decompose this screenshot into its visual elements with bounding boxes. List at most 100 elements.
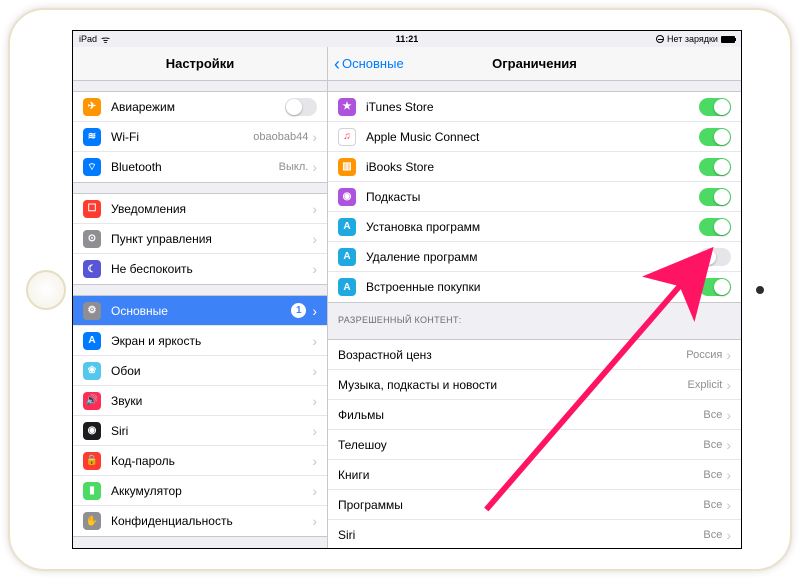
chevron-right-icon: › [726,497,731,513]
control-center-label: Пункт управления [111,232,312,246]
detail-row-ratings-for[interactable]: Возрастной цензРоссия› [328,340,741,370]
sidebar-item-privacy[interactable]: ✋Конфиденциальность› [73,506,327,536]
detail-row-apps[interactable]: ПрограммыВсе › [328,490,741,520]
notifications-label: Уведомления [111,202,312,216]
apps-value: Все [703,499,722,511]
chevron-right-icon: › [312,483,317,499]
detail-row-music[interactable]: Музыка, подкасты и новостиExplicit› [328,370,741,400]
detail-row-books[interactable]: КнигиВсе› [328,460,741,490]
chevron-right-icon: › [312,231,317,247]
podcasts-toggle[interactable] [699,188,731,206]
chevron-right-icon: › [312,129,317,145]
wifi-value: obaobab44 [253,131,308,143]
install-apps-label: Установка программ [366,220,699,234]
detail-row-siri-content[interactable]: SiriВсе› [328,520,741,548]
airplane-toggle[interactable] [285,98,317,116]
detail-scroll[interactable]: ★iTunes Store♫Apple Music Connect▥iBooks… [328,81,741,548]
chevron-right-icon: › [726,347,731,363]
install-apps-toggle[interactable] [699,218,731,236]
in-app-toggle[interactable] [699,278,731,296]
in-app-label: Встроенные покупки [366,280,699,294]
wifi-label: Wi-Fi [111,130,253,144]
sidebar-item-notifications[interactable]: ☐Уведомления› [73,194,327,224]
detail-row-ibooks[interactable]: ▥iBooks Store [328,152,741,182]
detail-row-movies[interactable]: ФильмыВсе› [328,400,741,430]
display-icon: A [83,332,101,350]
airplane-icon: ✈ [83,98,101,116]
notifications-icon: ☐ [83,200,101,218]
bluetooth-label: Bluetooth [111,160,279,174]
chevron-left-icon: ‹ [334,55,340,73]
music-label: Музыка, подкасты и новости [338,378,687,392]
sidebar-item-airplane[interactable]: ✈ Авиарежим [73,92,327,122]
delete-apps-toggle[interactable] [699,248,731,266]
podcasts-icon: ◉ [338,188,356,206]
sidebar-item-control-center[interactable]: ⊙Пункт управления› [73,224,327,254]
battery-icon: ▮ [83,482,101,500]
ibooks-toggle[interactable] [699,158,731,176]
chevron-right-icon: › [312,453,317,469]
device-name: iPad [79,34,97,44]
chevron-right-icon: › [726,407,731,423]
siri-content-label: Siri [338,528,703,542]
ipad-frame: iPad ᯤ 11:21 Нет зарядки Настройки ✈Авиа… [8,8,792,571]
group-header: РАЗРЕШЕННЫЙ КОНТЕНТ: [328,303,741,329]
bluetooth-value: Выкл. [279,161,309,173]
sidebar-item-siri[interactable]: ◉Siri› [73,416,327,446]
airplane-label: Авиарежим [111,100,285,114]
apps-label: Программы [338,498,703,512]
tv-label: Телешоу [338,438,703,452]
status-time: 11:21 [295,34,518,44]
movies-value: Все [703,409,722,421]
back-button[interactable]: ‹ Основные [328,55,404,73]
detail-row-tv[interactable]: ТелешоуВсе› [328,430,741,460]
privacy-label: Конфиденциальность [111,514,312,528]
detail-nav: ‹ Основные Ограничения [328,47,741,81]
itunes-store-toggle[interactable] [699,98,731,116]
detail-row-delete-apps[interactable]: AУдаление программ [328,242,741,272]
sidebar-item-dnd[interactable]: ☾Не беспокоить› [73,254,327,284]
detail-row-apple-music[interactable]: ♫Apple Music Connect [328,122,741,152]
sidebar-title: Настройки [73,47,327,81]
siri-icon: ◉ [83,422,101,440]
in-app-icon: A [338,278,356,296]
chevron-right-icon: › [312,159,317,175]
detail-row-install-apps[interactable]: AУстановка программ [328,212,741,242]
home-button[interactable] [26,270,66,310]
apple-music-toggle[interactable] [699,128,731,146]
display-label: Экран и яркость [111,334,312,348]
chevron-right-icon: › [312,261,317,277]
chevron-right-icon: › [726,437,731,453]
detail-row-itunes-store[interactable]: ★iTunes Store [328,92,741,122]
sidebar-item-wallpaper[interactable]: ❀Обои› [73,356,327,386]
dnd-icon [656,35,664,43]
sidebar-item-passcode[interactable]: 🔒 Код-пароль› [73,446,327,476]
detail-pane: ‹ Основные Ограничения ★iTunes Store♫App… [328,47,741,548]
general-badge: 1 [291,303,306,318]
sidebar-item-wifi[interactable]: ≋ Wi-Fiobaobab44 › [73,122,327,152]
passcode-icon: 🔒 [83,452,101,470]
sidebar-item-general[interactable]: ⚙Основные1› [73,296,327,326]
wifi-icon: ≋ [83,128,101,146]
books-label: Книги [338,468,703,482]
dnd-icon: ☾ [83,260,101,278]
settings-sidebar: Настройки ✈Авиарежим≋Wi-Fiobaobab44›⌔Blu… [73,47,328,548]
sidebar-scroll[interactable]: ✈Авиарежим≋Wi-Fiobaobab44›⌔BluetoothВыкл… [73,81,327,548]
passcode-label: Код-пароль [111,454,312,468]
chevron-right-icon: › [726,467,731,483]
delete-apps-label: Удаление программ [366,250,699,264]
screen: iPad ᯤ 11:21 Нет зарядки Настройки ✈Авиа… [72,30,742,549]
back-label: Основные [342,56,404,71]
wallpaper-label: Обои [111,364,312,378]
sounds-label: Звуки [111,394,312,408]
sidebar-item-bluetooth[interactable]: ⌔BluetoothВыкл.› [73,152,327,182]
chevron-right-icon: › [312,423,317,439]
detail-row-in-app[interactable]: A Встроенные покупки [328,272,741,302]
sounds-icon: 🔊 [83,392,101,410]
detail-row-podcasts[interactable]: ◉Подкасты [328,182,741,212]
sidebar-item-display[interactable]: AЭкран и яркость› [73,326,327,356]
sidebar-item-battery[interactable]: ▮Аккумулятор› [73,476,327,506]
sidebar-item-sounds[interactable]: 🔊Звуки› [73,386,327,416]
siri-content-value: Все [703,529,722,541]
wifi-icon: ᯤ [101,32,110,46]
